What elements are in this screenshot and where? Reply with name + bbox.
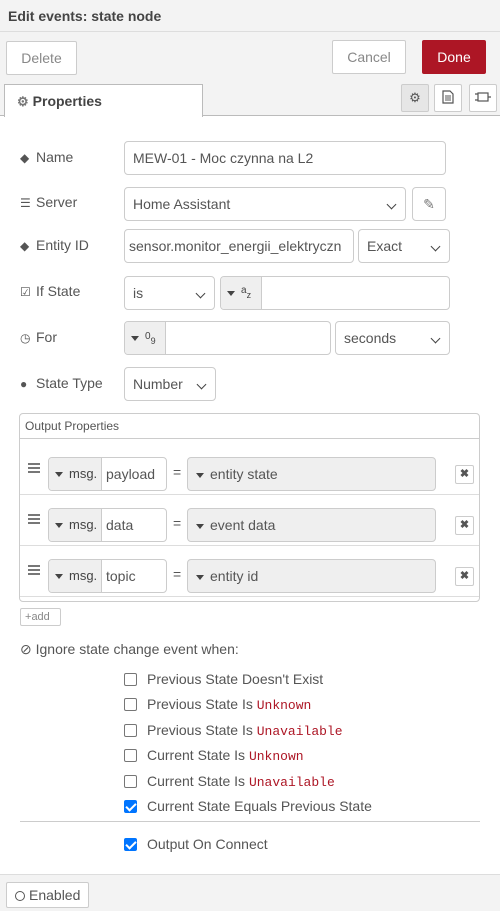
tint-drop-icon: ● [20,377,28,391]
msg-type-selector[interactable]: msg. [49,509,102,541]
property-value-select[interactable]: event data [187,508,436,542]
server-label: ☰ Server [20,194,78,210]
circle-icon [15,891,25,901]
checkbox[interactable] [124,698,137,711]
delete-button[interactable]: Delete [6,41,77,75]
cancel-button[interactable]: Cancel [332,40,406,74]
number-type-selector[interactable]: 09 [125,322,166,354]
description-tab-document-icon[interactable] [434,84,462,112]
state-type-select[interactable]: Number [124,367,216,401]
remove-row-close-icon[interactable]: ✖ [455,465,474,484]
property-value-select[interactable]: entity state [187,457,436,491]
done-button[interactable]: Done [422,40,486,74]
edit-server-pencil-icon[interactable]: ✎ [412,187,446,221]
for-value-input[interactable]: 09 [124,321,331,355]
entity-match-select[interactable]: Exact [358,229,450,263]
output-properties-title: Output Properties [20,414,479,439]
checkbox[interactable] [124,724,137,737]
checkbox-icon: ☑ [20,285,31,299]
remove-row-close-icon[interactable]: ✖ [455,567,474,586]
name-input[interactable]: MEW-01 - Moc czynna na L2 [124,141,446,175]
caret-down-icon [227,291,235,297]
tab-bar: ⚙ Properties ⚙ [0,82,500,117]
appearance-tab-layout-icon[interactable] [469,84,497,112]
if-state-operator-select[interactable]: is [124,276,215,310]
output-property-row: msg. payload = entity state ✖ [20,444,479,495]
output-on-connect-option[interactable]: Output On Connect [124,836,268,854]
ignore-option-previous-unknown[interactable]: Previous State Is Unknown [124,696,311,714]
entity-id-input[interactable]: sensor.monitor_energii_elektryczn [124,229,354,263]
add-property-button[interactable]: +add [20,608,61,626]
ignore-option-current-unknown[interactable]: Current State Is Unknown [124,747,304,765]
settings-tab-gear-icon[interactable]: ⚙ [401,84,429,112]
output-property-row: msg. data = event data ✖ [20,495,479,546]
dialog-footer: Enabled [0,874,500,911]
remove-row-close-icon[interactable]: ✖ [455,516,474,535]
divider [20,821,480,822]
ignore-option-current-unavailable[interactable]: Current State Is Unavailable [124,773,335,791]
equals-sign: = [173,566,182,582]
gear-icon: ⚙ [17,94,29,109]
property-name-input[interactable]: msg. payload [48,457,167,491]
equals-sign: = [173,464,182,480]
caret-down-icon [131,336,139,342]
entity-id-label: ◆ Entity ID [20,237,89,253]
ignore-section-title: ⊘ Ignore state change event when: [20,641,239,657]
msg-type-selector[interactable]: msg. [49,458,102,490]
checkbox[interactable] [124,673,137,686]
tab-properties-label: Properties [32,93,102,109]
if-state-value-input[interactable]: az [220,276,450,310]
string-type-selector[interactable]: az [221,277,262,309]
for-label: ◷ For [20,329,57,345]
property-value-select[interactable]: entity id [187,559,436,593]
for-unit-select[interactable]: seconds [335,321,450,355]
ignore-option-previous-doesnt-exist[interactable]: Previous State Doesn't Exist [124,671,323,689]
if-state-label: ☑ If State [20,283,81,299]
dialog-toolbar: Delete Cancel Done [0,32,500,82]
output-properties-box: Output Properties msg. payload = entity … [19,413,480,602]
checkbox[interactable] [124,749,137,762]
checkbox-checked[interactable] [124,800,137,813]
tag-icon: ◆ [20,239,30,253]
equals-sign: = [173,515,182,531]
msg-type-selector[interactable]: msg. [49,560,102,592]
clock-icon: ◷ [20,331,31,345]
ban-icon: ⊘ [20,641,32,657]
checkbox[interactable] [124,775,137,788]
name-label: ◆ Name [20,149,74,165]
ignore-option-current-equals-previous[interactable]: Current State Equals Previous State [124,798,372,816]
enabled-toggle-button[interactable]: Enabled [6,882,89,908]
drag-handle-icon[interactable] [28,463,40,475]
server-select[interactable]: Home Assistant [124,187,406,221]
dialog-title: Edit events: state node [0,0,500,32]
output-property-row: msg. topic = entity id ✖ [20,546,479,597]
tab-properties[interactable]: ⚙ Properties [4,84,203,117]
ignore-option-previous-unavailable[interactable]: Previous State Is Unavailable [124,722,343,740]
checkbox-checked[interactable] [124,838,137,851]
tag-icon: ◆ [20,151,30,165]
property-name-input[interactable]: msg. data [48,508,167,542]
drag-handle-icon[interactable] [28,514,40,526]
server-icon: ☰ [20,196,31,210]
drag-handle-icon[interactable] [28,565,40,577]
property-name-input[interactable]: msg. topic [48,559,167,593]
state-type-label: ● State Type [20,375,103,391]
